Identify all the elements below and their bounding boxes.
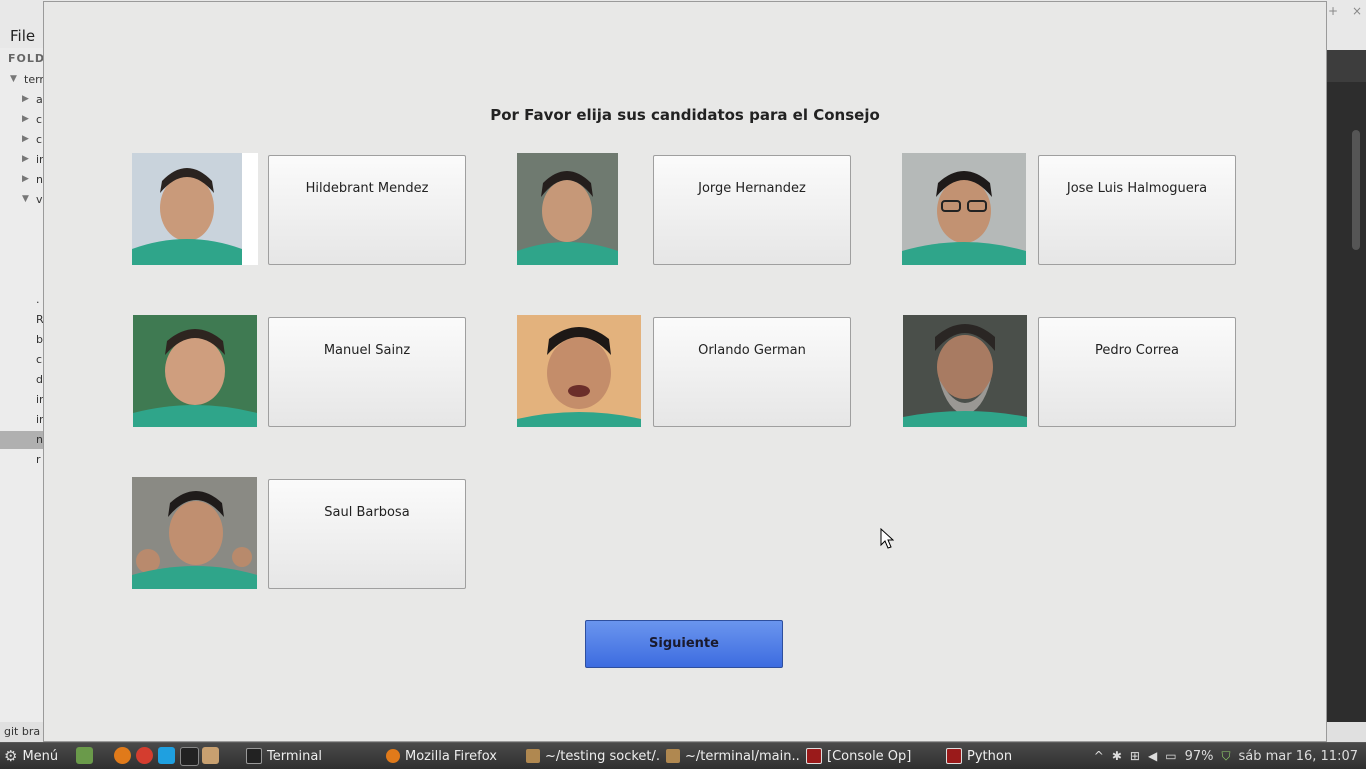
editor-titlebar-right: + ×	[1326, 0, 1366, 50]
firefox-icon	[386, 749, 400, 763]
taskbar: ⚙ Menú Terminal Mozilla Firefox ~/testin…	[0, 742, 1366, 769]
candidate-photo	[902, 153, 1026, 265]
editor-status-bar: git bra	[0, 722, 44, 742]
expand-arrow-icon[interactable]: ▶	[22, 134, 29, 144]
task-firefox[interactable]: Mozilla Firefox	[386, 745, 516, 767]
candidate-photo	[132, 477, 257, 589]
python-icon	[946, 748, 962, 764]
tree-item[interactable]: ▶ a	[0, 91, 44, 109]
candidate-button[interactable]: Jorge Hernandez	[653, 155, 851, 265]
candidate-photo	[903, 315, 1027, 427]
terminal-launcher-icon[interactable]	[180, 747, 199, 766]
editor-tabstrip	[1326, 50, 1366, 82]
editor-scrollbar[interactable]	[1352, 130, 1360, 250]
candidate-photo	[517, 153, 618, 265]
start-menu-button[interactable]: ⚙ Menú	[4, 746, 58, 766]
task-console[interactable]: [Console Op]	[806, 745, 936, 767]
candidate-button[interactable]: Pedro Correa	[1038, 317, 1236, 427]
show-desktop-icon[interactable]	[76, 747, 93, 764]
file-item[interactable]: ir	[0, 391, 44, 409]
terminal-icon	[246, 748, 262, 764]
shield-icon[interactable]: ⛉	[1221, 749, 1230, 764]
candidate-button[interactable]: Orlando German	[653, 317, 851, 427]
gear-icon: ⚙	[4, 747, 18, 765]
candidate-photo	[517, 315, 641, 427]
volume-icon[interactable]: ◀	[1148, 749, 1157, 763]
network-icon[interactable]: ⊞	[1130, 749, 1140, 763]
candidate-button[interactable]: Manuel Sainz	[268, 317, 466, 427]
file-item[interactable]: d	[0, 371, 44, 389]
chrome-launcher-icon[interactable]	[136, 747, 153, 764]
menu-label: Menú	[22, 748, 59, 764]
file-item[interactable]: ir	[0, 411, 44, 429]
collapse-arrow-icon[interactable]: ▼	[22, 194, 29, 204]
battery-percentage: 97%	[1184, 748, 1214, 764]
candidate-button[interactable]: Hildebrant Mendez	[268, 155, 466, 265]
clock[interactable]: sáb mar 16, 11:07	[1238, 749, 1358, 764]
tree-item[interactable]: ▶ c	[0, 131, 44, 149]
editor-status-bar-right	[1326, 722, 1366, 742]
file-item[interactable]: b	[0, 331, 44, 349]
candidate-photo	[133, 315, 257, 427]
firefox-launcher-icon[interactable]	[114, 747, 131, 764]
next-button[interactable]: Siguiente	[585, 620, 783, 668]
file-item[interactable]: .	[0, 291, 44, 309]
mouse-cursor-icon	[880, 527, 895, 554]
collapse-arrow-icon[interactable]: ▼	[10, 74, 17, 84]
dialog-title: Por Favor elija sus candidatos para el C…	[490, 106, 880, 124]
folder-icon	[666, 749, 680, 763]
expand-arrow-icon[interactable]: ▶	[22, 94, 29, 104]
minimize-icon[interactable]: +	[1328, 4, 1338, 18]
files-launcher-icon[interactable]	[202, 747, 219, 764]
task-folder[interactable]: ~/testing socket/...	[526, 745, 660, 767]
skype-launcher-icon[interactable]	[158, 747, 175, 764]
menu-file[interactable]: File	[10, 27, 35, 45]
candidate-photo	[132, 153, 258, 265]
system-tray: ^ ✱ ⊞ ◀ ▭ 97% ⛉ sáb mar 16, 11:07	[1090, 743, 1366, 769]
tree-item-root[interactable]: ▼ terr	[0, 71, 44, 89]
tree-item[interactable]: ▶ ir	[0, 151, 44, 169]
folder-icon	[526, 749, 540, 763]
task-python[interactable]: Python	[946, 745, 1076, 767]
file-item[interactable]: c	[0, 351, 44, 369]
candidate-button[interactable]: Saul Barbosa	[268, 479, 466, 589]
tray-expand-icon[interactable]: ^	[1094, 749, 1104, 763]
candidate-selection-dialog: Por Favor elija sus candidatos para el C…	[43, 1, 1327, 742]
expand-arrow-icon[interactable]: ▶	[22, 174, 29, 184]
close-icon[interactable]: ×	[1352, 4, 1362, 18]
file-item[interactable]: R	[0, 311, 44, 329]
file-item-selected[interactable]: n	[0, 431, 44, 449]
task-folder[interactable]: ~/terminal/main....	[666, 745, 800, 767]
file-item[interactable]: r	[0, 451, 44, 469]
candidate-button[interactable]: Jose Luis Halmoguera	[1038, 155, 1236, 265]
tree-item[interactable]: ▶ c	[0, 111, 44, 129]
expand-arrow-icon[interactable]: ▶	[22, 154, 29, 164]
console-icon	[806, 748, 822, 764]
battery-icon[interactable]: ▭	[1165, 749, 1176, 763]
tree-item[interactable]: ▶ n	[0, 171, 44, 189]
tree-item[interactable]: ▼ v	[0, 191, 44, 209]
bluetooth-icon[interactable]: ✱	[1112, 749, 1122, 763]
expand-arrow-icon[interactable]: ▶	[22, 114, 29, 124]
task-terminal[interactable]: Terminal	[246, 745, 376, 767]
editor-code-area	[1326, 50, 1366, 722]
